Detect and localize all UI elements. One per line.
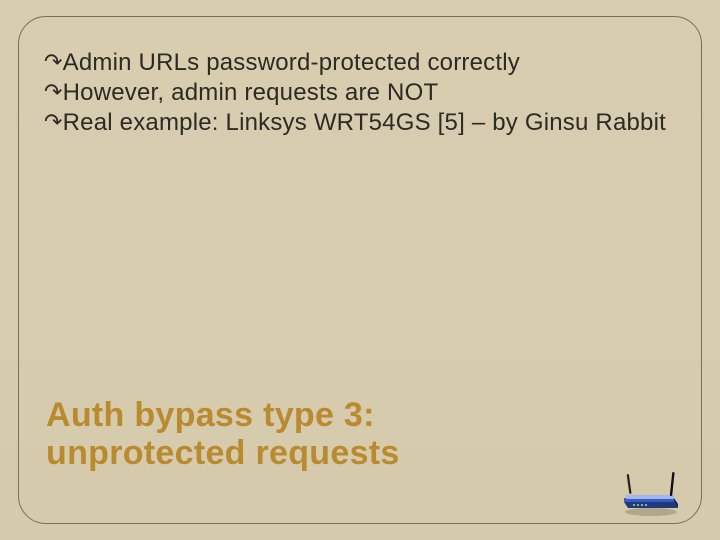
bullet-item: ↷Real example: Linksys WRT54GS [5] – by …	[44, 108, 676, 138]
title-line: unprotected requests	[46, 434, 600, 472]
bullet-text: Real example: Linksys WRT54GS [5] – by G…	[63, 109, 666, 136]
body-content: ↷Admin URLs password-protected correctly…	[44, 48, 676, 138]
bullet-marker-icon: ↷	[44, 49, 63, 74]
bullet-item: ↷However, admin requests are NOT	[44, 78, 676, 108]
bullet-item: ↷Admin URLs password-protected correctly	[44, 48, 676, 78]
bullet-marker-icon: ↷	[44, 109, 63, 134]
router-icon	[616, 472, 686, 516]
bullet-text: Admin URLs password-protected correctly	[63, 49, 520, 76]
slide-title: Auth bypass type 3: unprotected requests	[46, 396, 600, 472]
title-line: Auth bypass type 3:	[46, 396, 600, 434]
bullet-text: However, admin requests are NOT	[63, 79, 439, 106]
slide: ↷Admin URLs password-protected correctly…	[0, 0, 720, 540]
bullet-marker-icon: ↷	[44, 79, 63, 104]
